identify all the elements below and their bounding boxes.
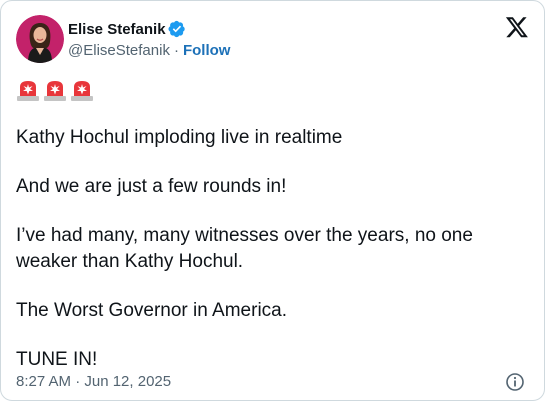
emoji-row <box>16 78 94 102</box>
name-row: Elise Stefanik <box>68 19 230 39</box>
handle-row: @EliseStefanik · Follow <box>68 42 230 59</box>
tweet-paragraph: Kathy Hochul imploding live in realtime <box>16 127 343 148</box>
tweet-paragraph: I’ve had many, many witnesses over the y… <box>16 225 473 272</box>
police-car-light-icon <box>70 78 94 102</box>
verified-badge-icon <box>168 20 186 38</box>
follow-button[interactable]: Follow <box>183 42 231 59</box>
author-handle[interactable]: @EliseStefanik <box>68 42 170 59</box>
tweet-paragraph: And we are just a few rounds in! <box>16 176 287 197</box>
separator-dot: · <box>173 42 179 59</box>
avatar[interactable] <box>16 15 64 63</box>
police-car-light-icon <box>43 78 67 102</box>
tweet-paragraph: The Worst Governor in America. <box>16 300 288 321</box>
tweet-paragraph: TUNE IN! <box>16 349 98 370</box>
tweet-timestamp[interactable]: 8:27 AM · Jun 12, 2025 <box>16 373 171 390</box>
x-logo-icon[interactable] <box>505 15 529 39</box>
author-names: Elise Stefanik @EliseStefanik · Follow <box>68 19 230 60</box>
tweet-header: Elise Stefanik @EliseStefanik · Follow <box>16 15 230 63</box>
tweet-text: Kathy Hochul imploding live in realtime … <box>16 125 531 373</box>
author-display-name[interactable]: Elise Stefanik <box>68 21 166 38</box>
info-icon[interactable] <box>505 372 525 392</box>
tweet-card: Elise Stefanik @EliseStefanik · Follow K… <box>0 0 545 401</box>
police-car-light-icon <box>16 78 40 102</box>
